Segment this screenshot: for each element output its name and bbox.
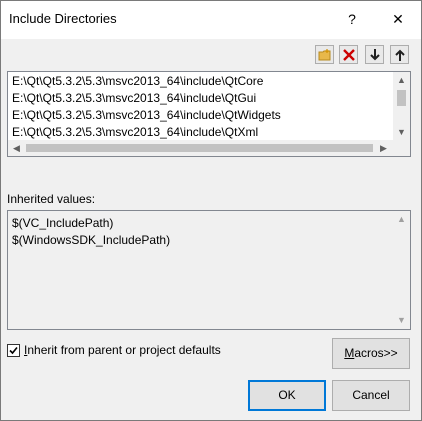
list-horizontal-scrollbar[interactable]: ◀ ▶ <box>8 140 393 156</box>
list-item[interactable]: E:\Qt\Qt5.3.2\5.3\msvc2013_64\include\Qt… <box>12 73 263 89</box>
move-down-button[interactable] <box>365 45 384 64</box>
list-item[interactable]: E:\Qt\Qt5.3.2\5.3\msvc2013_64\include\Qt… <box>12 124 258 140</box>
inherited-item: $(WindowsSDK_IncludePath) <box>12 233 171 247</box>
scroll-down-arrow-icon[interactable]: ▼ <box>397 127 406 137</box>
cancel-button[interactable]: Cancel <box>332 380 410 411</box>
move-down-icon <box>370 49 380 61</box>
list-horizontal-scroll-thumb[interactable] <box>26 144 373 152</box>
scroll-down-arrow-icon[interactable]: ▼ <box>397 315 406 325</box>
move-up-button[interactable] <box>390 45 409 64</box>
checkmark-icon <box>9 346 18 355</box>
dialog-title: Include Directories <box>9 11 117 26</box>
new-folder-icon <box>318 49 331 61</box>
delete-icon <box>343 49 355 61</box>
scroll-right-arrow-icon[interactable]: ▶ <box>380 143 387 153</box>
ok-button[interactable]: OK <box>248 380 326 411</box>
scroll-left-arrow-icon[interactable]: ◀ <box>13 143 20 153</box>
inherited-item: $(VC_IncludePath) <box>12 216 114 230</box>
inherit-checkbox[interactable] <box>7 344 20 357</box>
macros-button[interactable]: Macros>> <box>332 338 410 369</box>
scrollbar-corner <box>393 140 410 156</box>
inherited-values-label: Inherited values: <box>7 192 96 206</box>
delete-line-button[interactable] <box>339 45 358 64</box>
inherit-checkbox-label[interactable]: Inherit from parent or project defaults <box>24 343 221 357</box>
list-item[interactable]: E:\Qt\Qt5.3.2\5.3\msvc2013_64\include\Qt… <box>12 107 281 123</box>
inherited-vertical-scrollbar[interactable]: ▲ ▼ <box>393 211 410 329</box>
macros-mnemonic: M <box>344 346 355 360</box>
include-directories-dialog: Include Directories ? ✕ E:\Qt\Qt5.3.2\5.… <box>0 0 422 421</box>
close-button[interactable]: ✕ <box>383 7 413 31</box>
new-line-button[interactable] <box>315 45 334 64</box>
scroll-up-arrow-icon[interactable]: ▲ <box>397 214 406 224</box>
directory-list[interactable]: E:\Qt\Qt5.3.2\5.3\msvc2013_64\include\Qt… <box>7 71 411 157</box>
move-up-icon <box>395 49 405 61</box>
inherited-values-list: $(VC_IncludePath) $(WindowsSDK_IncludePa… <box>7 210 411 330</box>
macros-label: acros>> <box>354 346 398 360</box>
title-bar[interactable]: Include Directories ? ✕ <box>1 1 421 39</box>
list-vertical-scrollbar[interactable]: ▲ ▼ <box>393 72 410 140</box>
scroll-up-arrow-icon[interactable]: ▲ <box>397 75 406 85</box>
help-button[interactable]: ? <box>337 7 367 31</box>
inherit-label-text: nherit from parent or project defaults <box>27 343 221 357</box>
list-vertical-scroll-thumb[interactable] <box>397 90 406 106</box>
list-item[interactable]: E:\Qt\Qt5.3.2\5.3\msvc2013_64\include\Qt… <box>12 90 256 106</box>
